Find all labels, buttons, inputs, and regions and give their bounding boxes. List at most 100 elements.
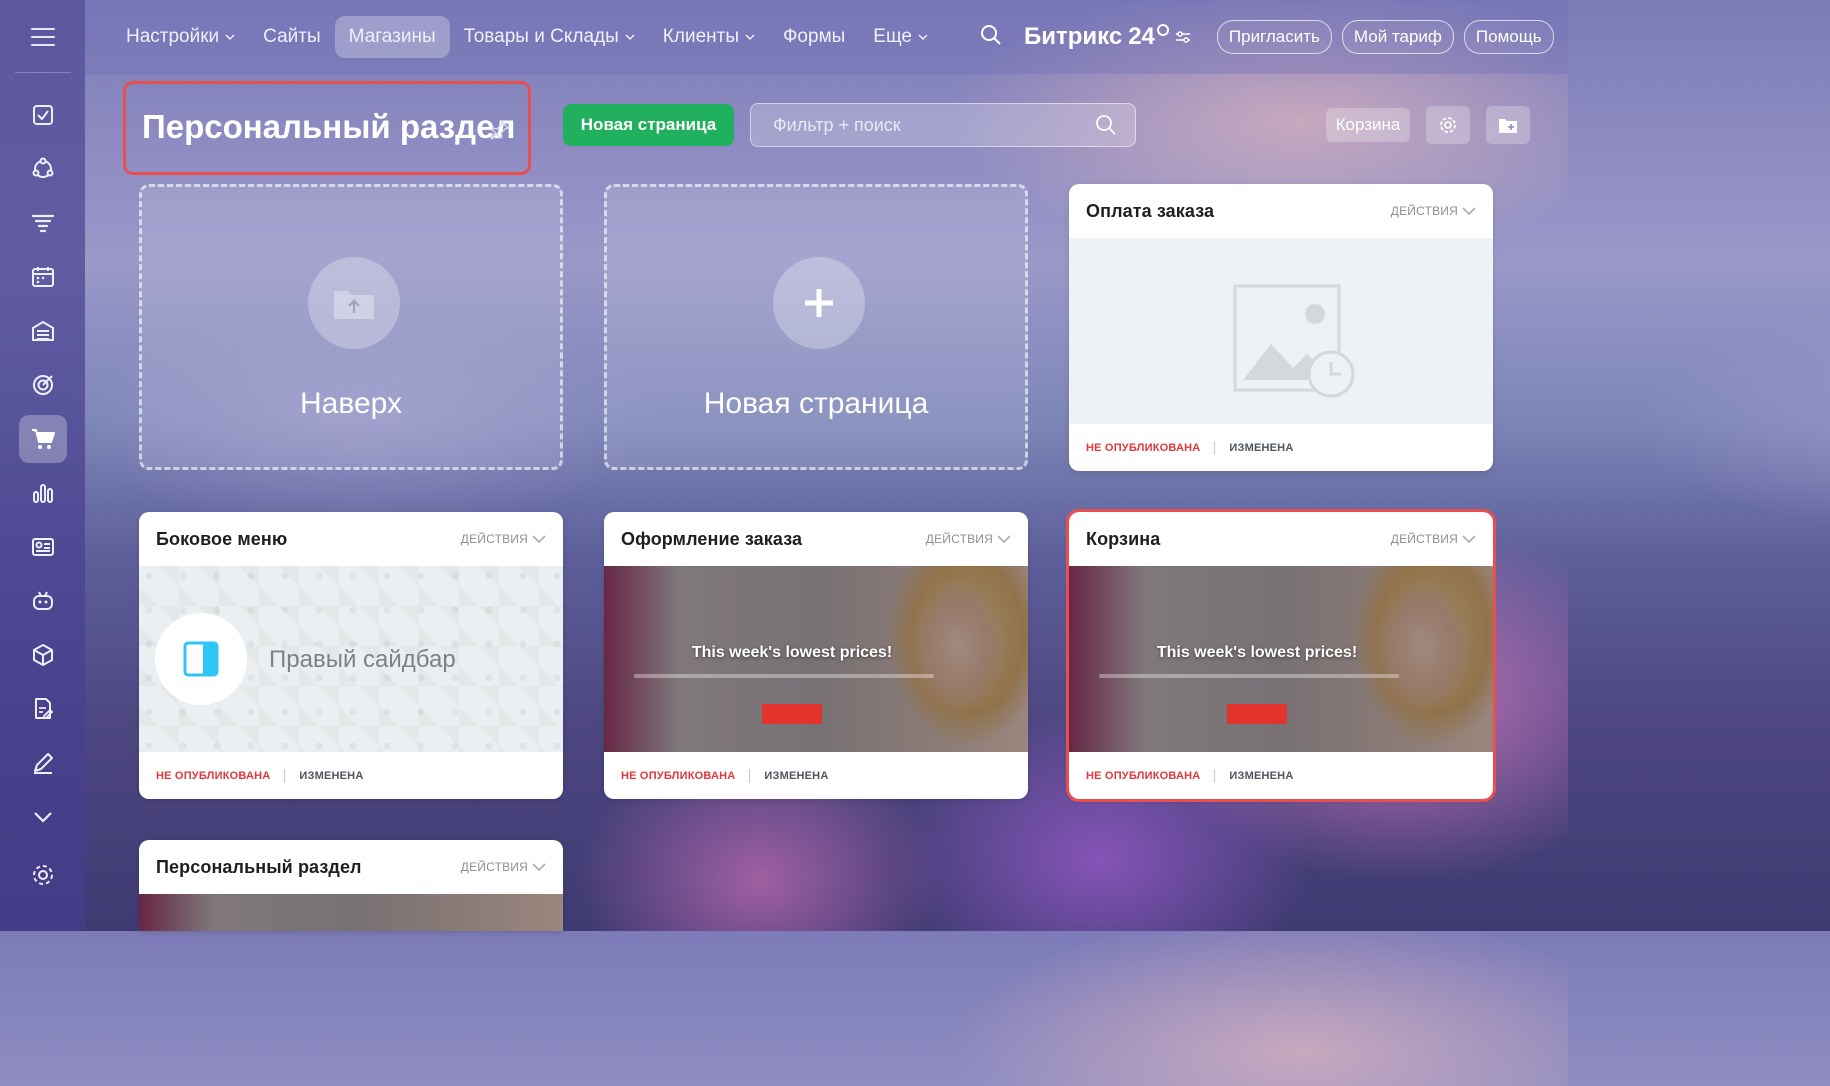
chevron-down-icon (225, 34, 235, 41)
card-actions-label: ДЕЙСТВИЯ (925, 532, 993, 546)
status-divider (749, 768, 751, 783)
box-icon[interactable] (19, 631, 67, 679)
promo-headline: This week's lowest prices! (1156, 644, 1358, 661)
gear-icon[interactable] (1426, 106, 1470, 144)
tasks-icon[interactable] (19, 91, 67, 139)
cart-button[interactable]: Корзина (1326, 108, 1410, 142)
promo-button (762, 704, 822, 724)
nav-products-label: Товары и Склады (463, 26, 619, 47)
invite-button[interactable]: Пригласить (1216, 20, 1332, 54)
chevron-down-icon (1462, 535, 1476, 544)
calendar-icon[interactable] (19, 253, 67, 301)
settings-gear-icon[interactable] (19, 851, 67, 899)
sidebar-divider (14, 72, 71, 73)
search-icon[interactable] (1095, 114, 1117, 136)
card-actions-dropdown[interactable]: ДЕЙСТВИЯ (461, 532, 546, 546)
pen-icon[interactable] (19, 739, 67, 787)
modified-badge: ИЗМЕНЕНА (1229, 769, 1294, 782)
card-actions-dropdown[interactable]: ДЕЙСТВИЯ (461, 860, 546, 874)
preview-label: Правый сайдбар (269, 646, 456, 673)
modified-badge: ИЗМЕНЕНА (299, 769, 364, 782)
robot-icon[interactable] (19, 577, 67, 625)
folder-add-icon[interactable] (1486, 106, 1530, 144)
status-badge: НЕ ОПУБЛИКОВАНА (621, 769, 736, 782)
promo-subtext (634, 674, 934, 678)
sliders-icon[interactable] (1175, 29, 1191, 45)
card-preview: This week's lowest prices! (1069, 566, 1493, 752)
main-nav: Настройки Сайты Магазины Товары и Склады… (112, 16, 942, 58)
left-sidebar (0, 0, 85, 931)
target-icon[interactable] (19, 361, 67, 409)
chevron-down-icon (918, 34, 928, 41)
contacts-card-icon[interactable] (19, 523, 67, 571)
my-tariff-button[interactable]: Мой тариф (1341, 20, 1454, 54)
promo-headline: This week's lowest prices! (691, 644, 893, 661)
status-badge: НЕ ОПУБЛИКОВАНА (1086, 441, 1201, 454)
card-actions-dropdown[interactable]: ДЕЙСТВИЯ (1391, 532, 1476, 546)
pin-icon[interactable] (490, 120, 510, 145)
brand-name: Битрикс (1023, 23, 1123, 50)
nav-more[interactable]: Еще (859, 16, 942, 58)
funnel-icon[interactable] (19, 199, 67, 247)
status-divider (1214, 768, 1216, 783)
page-card-side-menu[interactable]: Боковое меню ДЕЙСТВИЯ Правый сайдбар НЕ … (139, 512, 563, 799)
promo-button (1227, 704, 1287, 724)
cart-icon[interactable] (18, 415, 67, 463)
nav-shops-label: Магазины (348, 26, 436, 47)
document-edit-icon[interactable] (19, 685, 67, 733)
nav-sites[interactable]: Сайты (249, 16, 334, 58)
page-card-payment[interactable]: Оплата заказа ДЕЙСТВИЯ НЕ ОПУБЛИКОВАНА И… (1069, 184, 1493, 471)
nav-clients[interactable]: Клиенты (649, 16, 769, 58)
card-title: Оформление заказа (621, 528, 803, 549)
chevron-down-icon (1462, 207, 1476, 216)
right-sidebar-icon (155, 613, 247, 705)
card-actions-dropdown[interactable]: ДЕЙСТВИЯ (1391, 204, 1476, 218)
promo-overlay (139, 894, 563, 931)
card-preview (139, 894, 563, 931)
status-divider (1214, 440, 1216, 455)
chevron-down-icon (997, 535, 1011, 544)
card-title: Оплата заказа (1086, 200, 1215, 221)
nav-settings[interactable]: Настройки (112, 16, 249, 58)
tile-up-label: Наверх (300, 387, 402, 420)
analytics-icon[interactable] (19, 469, 67, 517)
bitrix24-logo[interactable]: Битрикс 24 (1024, 23, 1191, 51)
tile-go-up[interactable]: Наверх (139, 184, 563, 470)
plus-icon (773, 257, 865, 349)
nav-shops[interactable]: Магазины (334, 16, 450, 58)
nav-forms[interactable]: Формы (769, 16, 859, 58)
image-pending-icon (1233, 284, 1355, 398)
page-card-cart[interactable]: Корзина ДЕЙСТВИЯ This week's lowest pric… (1066, 509, 1496, 802)
status-badge: НЕ ОПУБЛИКОВАНА (1086, 769, 1201, 782)
promo-subtext (1099, 674, 1399, 678)
folder-up-icon (308, 257, 400, 349)
search-icon[interactable] (980, 24, 1002, 51)
menu-burger-icon[interactable] (28, 24, 58, 50)
filter-placeholder: Фильтр + поиск (773, 114, 901, 135)
card-actions-label: ДЕЙСТВИЯ (460, 532, 528, 546)
new-page-button[interactable]: Новая страница (563, 104, 734, 146)
nav-products-warehouses[interactable]: Товары и Склады (450, 16, 649, 58)
help-button[interactable]: Помощь (1463, 20, 1554, 54)
top-navigation-bar: Настройки Сайты Магазины Товары и Склады… (85, 0, 1568, 74)
card-actions-dropdown[interactable]: ДЕЙСТВИЯ (926, 532, 1011, 546)
card-preview (1069, 238, 1493, 424)
nav-more-label: Еще (873, 26, 912, 47)
page-title-highlight: Персональный раздел (123, 81, 531, 175)
chevron-down-icon (745, 34, 755, 41)
status-divider (284, 768, 286, 783)
tile-new-page[interactable]: Новая страница (604, 184, 1028, 470)
page-card-checkout[interactable]: Оформление заказа ДЕЙСТВИЯ This week's l… (604, 512, 1028, 799)
warehouse-icon[interactable] (19, 307, 67, 355)
page-card-personal-section[interactable]: Персональный раздел ДЕЙСТВИЯ (139, 840, 563, 931)
status-badge: НЕ ОПУБЛИКОВАНА (156, 769, 271, 782)
chevron-down-icon (625, 34, 635, 41)
chevron-down-icon (532, 863, 546, 872)
modified-badge: ИЗМЕНЕНА (1229, 441, 1294, 454)
filter-search-input[interactable]: Фильтр + поиск (750, 103, 1136, 147)
chevron-down-icon[interactable] (19, 793, 67, 841)
nav-sites-label: Сайты (263, 26, 321, 47)
page-title: Персональный раздел (142, 108, 516, 145)
brand-number: 24 (1128, 23, 1155, 50)
crm-icon[interactable] (19, 145, 67, 193)
